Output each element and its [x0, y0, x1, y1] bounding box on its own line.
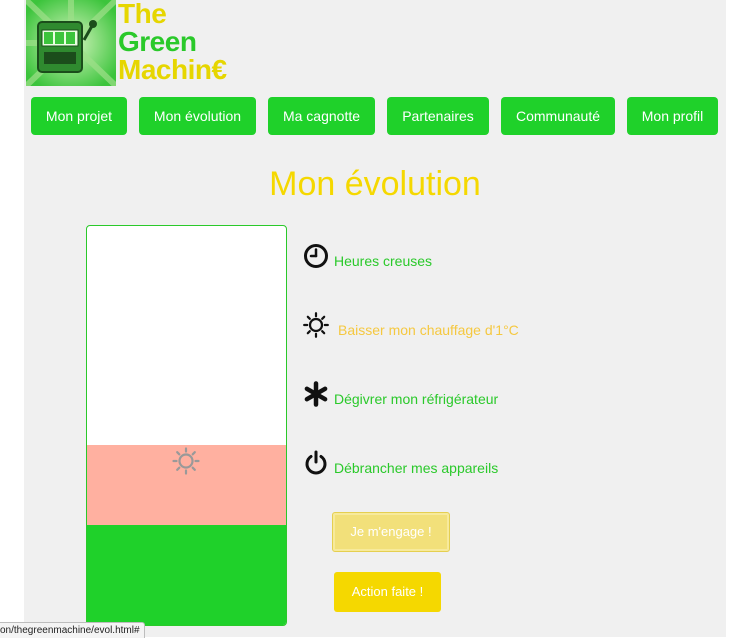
- nav-mon-profil[interactable]: Mon profil: [627, 97, 718, 135]
- action-label: Heures creuses: [334, 253, 433, 269]
- slot-machine-icon: [26, 0, 116, 86]
- nav-ma-cagnotte[interactable]: Ma cagnotte: [268, 97, 375, 135]
- action-label: Dégivrer mon réfrigérateur: [334, 391, 499, 407]
- achieved-level: [87, 525, 286, 625]
- power-icon: [303, 450, 329, 476]
- action-done-button[interactable]: Action faite !: [334, 572, 441, 612]
- engage-button[interactable]: Je m'engage !: [332, 512, 450, 552]
- nav-mon-evolution[interactable]: Mon évolution: [139, 97, 256, 135]
- action-label: Baisser mon chauffage d'1°C: [338, 322, 519, 338]
- main-nav: Mon projet Mon évolution Ma cagnotte Par…: [0, 97, 750, 135]
- nav-communaute[interactable]: Communauté: [501, 97, 615, 135]
- status-bar-url: on/thegreenmachine/evol.html#: [0, 622, 145, 638]
- nav-mon-projet[interactable]: Mon projet: [31, 97, 127, 135]
- logo[interactable]: The Green Machin€: [26, 0, 246, 86]
- action-label: Débrancher mes appareils: [334, 460, 499, 476]
- sun-icon: [172, 447, 200, 475]
- logo-line-1: The: [118, 0, 167, 29]
- logo-wordmark: The Green Machin€: [118, 0, 227, 84]
- clock-icon: [303, 243, 329, 269]
- page-title: Mon évolution: [269, 165, 481, 203]
- asterisk-icon: [303, 381, 329, 407]
- logo-line-2: Green: [118, 26, 197, 57]
- sun-icon: [303, 312, 329, 338]
- logo-line-3: Machin€: [118, 54, 227, 85]
- progress-gauge: [86, 225, 287, 626]
- nav-partenaires[interactable]: Partenaires: [387, 97, 489, 135]
